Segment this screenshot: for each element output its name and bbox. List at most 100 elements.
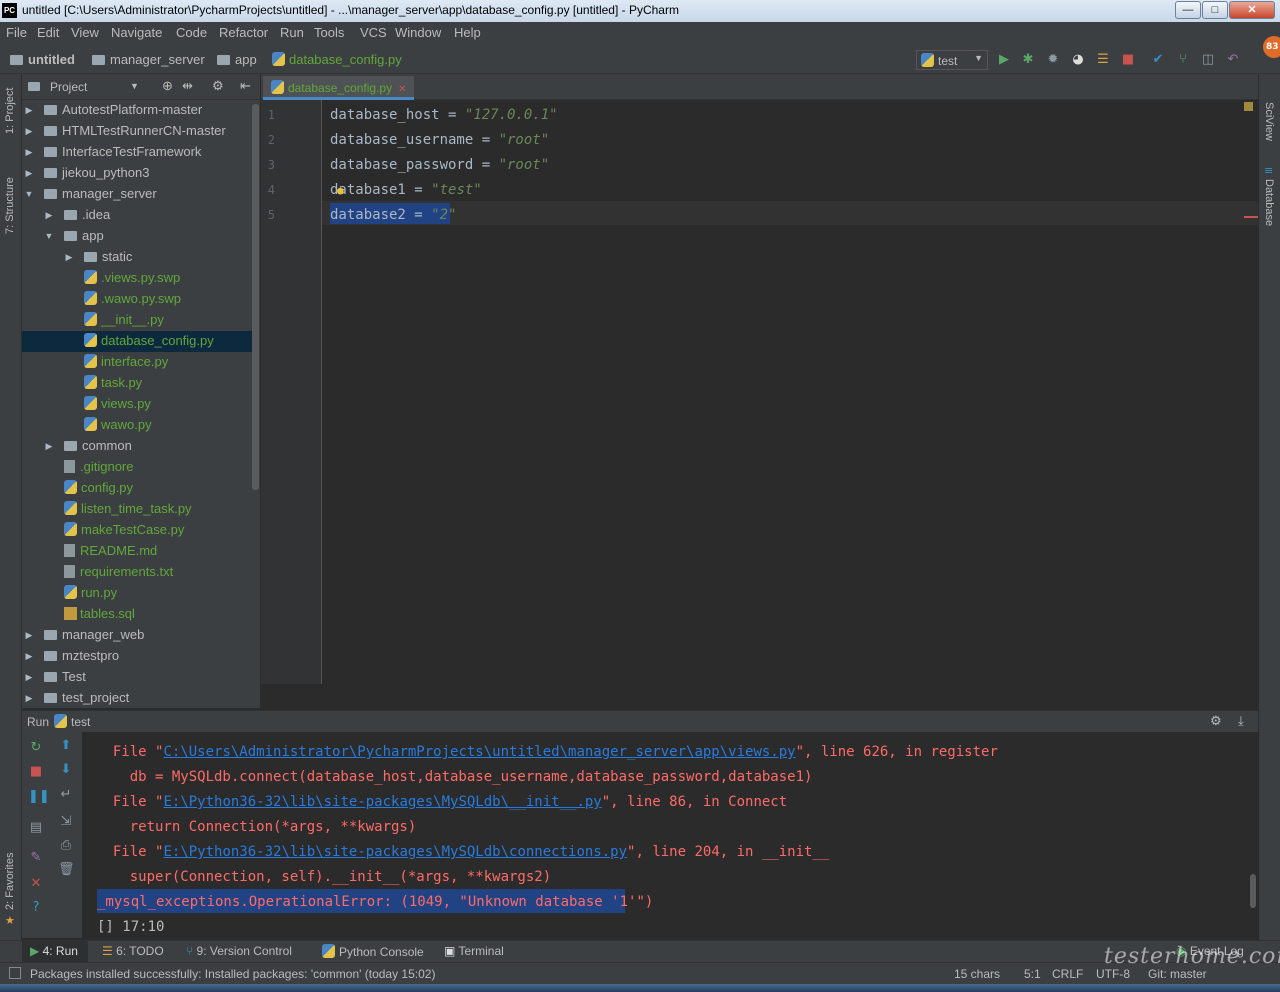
close-button[interactable]: ✕	[1229, 1, 1275, 19]
tree-item[interactable]: ▶ common	[22, 436, 254, 457]
inspection-status-icon[interactable]	[1244, 102, 1253, 111]
collapse-arrow-icon[interactable]: ▶	[24, 625, 34, 645]
code-line[interactable]: database2 = "2"	[330, 204, 456, 226]
run-icon[interactable]: ▶	[996, 52, 1012, 68]
run-config-selector[interactable]: test ▼	[916, 50, 988, 70]
collapse-arrow-icon[interactable]: ▶	[24, 646, 34, 666]
collapse-arrow-icon[interactable]: ▶	[24, 163, 34, 183]
concurrency-icon[interactable]: ☰	[1095, 52, 1111, 68]
git-branch[interactable]: Git: master	[1148, 967, 1207, 981]
close-tab-icon[interactable]: ✕	[398, 84, 406, 95]
collapse-arrow-icon[interactable]: ▶	[24, 142, 34, 162]
minimize-button[interactable]: —	[1175, 1, 1201, 19]
tree-item[interactable]: .wawo.py.swp	[22, 289, 254, 310]
tree-item[interactable]: makeTestCase.py	[22, 520, 254, 541]
gear-icon[interactable]: ⚙	[1210, 713, 1222, 729]
menu-help[interactable]: Help	[454, 25, 481, 40]
tree-item[interactable]: __init__.py	[22, 310, 254, 331]
expand-arrow-icon[interactable]: ▼	[44, 226, 54, 246]
code-editor[interactable]: database_host = "127.0.0.1" database_use…	[322, 100, 1258, 684]
collapse-arrow-icon[interactable]: ▶	[24, 100, 34, 120]
locate-icon[interactable]: ⊕	[162, 78, 173, 94]
vcs-update-icon[interactable]: ✔	[1150, 52, 1166, 68]
tree-item[interactable]: ▶ mztestpro	[22, 646, 254, 667]
stop-icon[interactable]: ■	[28, 764, 44, 780]
tree-item[interactable]: ▶ InterfaceTestFramework	[22, 142, 254, 163]
console-scrollbar[interactable]	[1250, 874, 1256, 908]
file-link[interactable]: C:\Users\Administrator\PycharmProjects\u…	[163, 744, 795, 760]
hide-panel-icon[interactable]: ⇤	[240, 78, 251, 94]
restore-layout-icon[interactable]: ▤	[28, 820, 44, 836]
tree-item[interactable]: wawo.py	[22, 415, 254, 436]
soft-wrap-icon[interactable]: ↵	[58, 787, 74, 803]
file-encoding[interactable]: UTF-8	[1096, 967, 1130, 981]
chevron-down-icon[interactable]: ▼	[130, 81, 139, 91]
tree-item[interactable]: ▼ app	[22, 226, 254, 247]
line-separator[interactable]: CRLF	[1052, 967, 1083, 981]
tree-item[interactable]: ▶ manager_web	[22, 625, 254, 646]
favorites-tool-button[interactable]: 2: Favorites	[4, 853, 16, 910]
tree-item[interactable]: ▶ Test	[22, 667, 254, 688]
gear-icon[interactable]: ⚙	[212, 78, 224, 94]
tree-item[interactable]: README.md	[22, 541, 254, 562]
help-icon[interactable]: ?	[28, 900, 44, 916]
database-tool-button[interactable]: Database	[1263, 179, 1275, 226]
menu-run[interactable]: Run	[280, 25, 304, 40]
breadcrumb-file[interactable]: database_config.py	[272, 52, 402, 67]
collapse-icon[interactable]: ⇹	[182, 78, 193, 94]
coverage-icon[interactable]: ✹	[1045, 52, 1061, 68]
tree-item[interactable]: .gitignore	[22, 457, 254, 478]
tree-item[interactable]: task.py	[22, 373, 254, 394]
tree-item[interactable]: ▶ jiekou_python3	[22, 163, 254, 184]
menu-vcs[interactable]: VCS	[360, 25, 387, 40]
vcs-history-icon[interactable]: ◫	[1200, 52, 1216, 68]
menu-edit[interactable]: Edit	[37, 25, 59, 40]
project-tool-button[interactable]: 1: Project	[4, 88, 16, 134]
collapse-arrow-icon[interactable]: ▶	[24, 121, 34, 141]
error-stripe-marker[interactable]	[1244, 216, 1258, 218]
menu-view[interactable]: View	[71, 25, 99, 40]
run-config-tab[interactable]: test	[54, 714, 90, 729]
scroll-to-end-icon[interactable]: ⇲	[58, 814, 74, 830]
menu-file[interactable]: File	[6, 25, 27, 40]
code-line[interactable]: database_username = "root"	[330, 129, 549, 151]
vcs-commit-icon[interactable]: ⑂	[1175, 52, 1191, 68]
profile-icon[interactable]: ◕	[1070, 52, 1086, 68]
trash-icon[interactable]: 🗑	[58, 862, 75, 878]
down-arrow-icon[interactable]: ⬇	[58, 762, 74, 778]
collapse-arrow-icon[interactable]: ▶	[44, 205, 54, 225]
tree-item[interactable]: ▶ AutotestPlatform-master	[22, 100, 254, 121]
code-line[interactable]: database_password = "root"	[330, 154, 549, 176]
pause-icon[interactable]: ❚❚	[28, 789, 50, 805]
tree-item[interactable]: ▶ static	[22, 247, 254, 268]
tab-terminal[interactable]: ▣ Terminal	[444, 944, 504, 958]
tree-item[interactable]: requirements.txt	[22, 562, 254, 583]
collapse-arrow-icon[interactable]: ▶	[44, 436, 54, 456]
tree-item[interactable]: ▶ test_project	[22, 688, 254, 708]
up-arrow-icon[interactable]: ⬆	[58, 738, 74, 754]
revert-icon[interactable]: ↶	[1225, 52, 1241, 68]
toggle-panels-icon[interactable]	[9, 967, 21, 979]
code-line[interactable]: database1 = "test"	[330, 179, 482, 201]
tree-scrollbar[interactable]	[252, 104, 259, 490]
maximize-button[interactable]: □	[1202, 1, 1228, 19]
file-link[interactable]: E:\Python36-32\lib\site-packages\MySQLdb…	[163, 844, 627, 860]
breadcrumb-root[interactable]: untitled	[10, 52, 75, 67]
tab-todo[interactable]: ☰ 6: TODO	[102, 944, 164, 958]
close-icon[interactable]: ✕	[28, 876, 44, 892]
menu-tools[interactable]: Tools	[314, 25, 344, 40]
tree-item[interactable]: ▶ .idea	[22, 205, 254, 226]
hide-panel-icon[interactable]: ⤓	[1238, 713, 1244, 729]
collapse-arrow-icon[interactable]: ▶	[64, 247, 74, 267]
tree-item[interactable]: config.py	[22, 478, 254, 499]
tree-item[interactable]: interface.py	[22, 352, 254, 373]
lightbulb-icon[interactable]: ●	[337, 184, 344, 197]
stop-icon[interactable]: ■	[1120, 52, 1136, 68]
print-icon[interactable]: ⎙	[58, 838, 74, 854]
code-line[interactable]: database_host = "127.0.0.1"	[330, 104, 558, 126]
expand-arrow-icon[interactable]: ▼	[24, 184, 34, 204]
menu-window[interactable]: Window	[395, 25, 441, 40]
tree-item[interactable]: ▼ manager_server	[22, 184, 254, 205]
tree-item[interactable]: ▶ HTMLTestRunnerCN-master	[22, 121, 254, 142]
debug-icon[interactable]: ✱	[1020, 52, 1036, 68]
